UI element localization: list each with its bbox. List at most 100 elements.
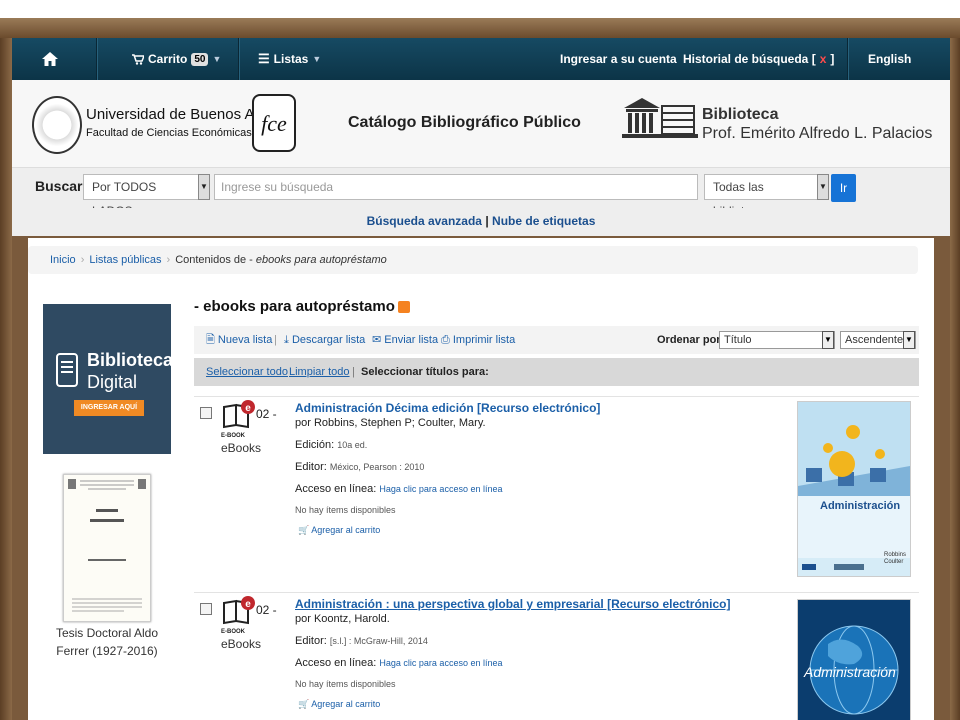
list-title: - ebooks para autopréstamo [194,298,410,315]
record-access: Acceso en línea: Haga clic para acceso e… [295,657,502,669]
nav-divider [847,38,848,80]
selection-divider: | [352,366,355,378]
fce-logo: fce [252,94,296,152]
cart-icon: 🛒 [298,525,310,535]
breadcrumb-current-list: ebooks para autopréstamo [255,254,387,266]
publisher-value: México, Pearson : 2010 [329,462,425,472]
document-icon: 🗎 [206,334,215,346]
banner-title: Biblioteca [87,350,174,370]
download-icon: ⤓ [284,334,289,346]
publisher-value: [s.l.] : McGraw-Hill, 2014 [329,636,428,646]
download-list-button[interactable]: ⤓ Descargar lista [284,326,365,354]
sort-field-select[interactable]: Título [719,331,835,349]
record-publisher: Editor: [s.l.] : McGraw-Hill, 2014 [295,635,428,647]
record-checkbox[interactable] [200,603,212,615]
chevron-down-icon[interactable]: ▼ [817,174,829,200]
record-title-link[interactable]: Administración Décima edición [Recurso e… [295,401,600,415]
history-bracket: ] [830,52,835,66]
record-access: Acceso en línea: Haga clic para acceso e… [295,483,502,495]
banner-enter-button[interactable]: INGRESAR AQUÍ [74,400,144,416]
record-title-link[interactable]: Administración : una perspectiva global … [295,597,730,611]
edition-label: Edición: [295,439,335,451]
list-title-text: - ebooks para autopréstamo [194,298,395,315]
chevron-down-icon: ▼ [212,54,222,64]
print-list-label: Imprimir lista [452,334,516,346]
language-label: English [868,52,912,66]
list-item: e 02 - E-BOOK eBooks Administración Déci… [194,396,919,586]
uba-seal-logo [32,96,82,154]
cover-title: Administración [804,664,896,680]
clear-all-link[interactable]: Limpiar todo [289,358,350,386]
rss-icon[interactable] [397,301,410,314]
thesis-caption[interactable]: Tesis Doctoral Aldo Ferrer (1927-2016) [44,624,170,660]
add-to-cart-label: Agregar al carrito [311,525,381,535]
edition-value: 10a ed. [337,440,368,450]
search-input[interactable]: Ingrese su búsqueda [214,174,698,200]
background-right [950,38,960,720]
access-label: Acceso en línea: [295,657,377,669]
search-scope-select[interactable]: Por TODOS LADOS [83,174,199,218]
record-type: eBooks [221,441,262,455]
digital-library-banner[interactable]: Biblioteca Digital INGRESAR AQUÍ [43,304,174,454]
publisher-label: Editor: [295,635,327,647]
send-list-button[interactable]: ✉ Enviar lista [372,326,438,354]
record-authors: por Robbins, Stephen P; Coulter, Mary. [295,417,486,429]
svg-text:e: e [245,403,251,414]
record-checkbox[interactable] [200,407,212,419]
cover-title: Administración [820,500,901,512]
cart-count-badge: 50 [191,52,209,66]
library-title: Biblioteca [702,106,779,123]
faculty-name: Facultad de Ciencias Económicas [86,127,252,139]
breadcrumb-public-lists[interactable]: Listas públicas [89,254,161,266]
book-cover-image[interactable]: Administración Robbins Coulter [797,401,911,577]
access-label: Acceso en línea: [295,483,377,495]
lists-label: Listas [273,52,309,66]
clear-history-button[interactable]: x [820,38,827,80]
cart-menu[interactable]: Carrito 50 ▼ [132,38,221,80]
new-list-button[interactable]: 🗎 Nueva lista [206,326,272,354]
online-access-link[interactable]: Haga clic para acceso en línea [379,484,502,494]
advanced-search-link[interactable]: Búsqueda avanzada [367,214,482,228]
record-type: eBooks [221,637,262,651]
library-building-icon [622,98,698,138]
online-access-link[interactable]: Haga clic para acceso en línea [379,658,502,668]
cart-icon [132,53,144,65]
link-separator: | [485,214,489,228]
download-list-label: Descargar lista [291,334,366,346]
select-titles-label: Seleccionar títulos para: [361,366,489,378]
lists-menu[interactable]: ☰ Listas ▼ [258,38,321,80]
book-cover-image[interactable]: Administración [797,599,911,720]
search-go-button[interactable]: Ir [831,174,856,202]
login-link[interactable]: Ingresar a su cuenta [560,38,677,80]
thesis-cover-image[interactable] [63,474,151,622]
record-edition: Edición: 10a ed. [295,439,367,451]
tablet-icon [56,353,78,387]
print-list-button[interactable]: ⎙ Imprimir lista [441,326,515,354]
availability-status: No hay ítems disponibles [295,679,396,689]
chevron-down-icon[interactable]: ▼ [822,331,834,349]
tag-cloud-link[interactable]: Nube de etiquetas [492,214,595,228]
library-select[interactable]: Todas las bibliotecas [704,174,818,218]
record-number: 02 - [256,603,277,617]
add-to-cart-label: Agregar al carrito [311,699,381,709]
add-to-cart-link[interactable]: 🛒 Agregar al carrito [298,525,380,536]
chevron-down-icon[interactable]: ▼ [198,174,210,200]
envelope-icon: ✉ [372,334,382,346]
breadcrumb-home[interactable]: Inicio [50,254,76,266]
chevron-down-icon[interactable]: ▼ [903,331,915,349]
catalog-title: Catálogo Bibliográfico Público [348,114,581,131]
search-history-link[interactable]: Historial de búsqueda [ x ] [683,38,834,80]
home-button[interactable] [42,38,58,80]
nav-divider [96,38,97,80]
select-all-link[interactable]: Seleccionar todo [206,358,288,386]
background-top [0,0,960,38]
cart-icon: 🛒 [298,699,310,709]
record-authors: por Koontz, Harold. [295,613,390,625]
add-to-cart-link[interactable]: 🛒 Agregar al carrito [298,699,380,710]
publisher-label: Editor: [295,461,327,473]
send-list-label: Enviar lista [384,334,439,346]
language-link-english[interactable]: English [868,38,911,80]
book-cover-art [798,402,910,576]
cover-authors: Robbins Coulter [884,552,907,565]
home-icon [42,52,58,66]
